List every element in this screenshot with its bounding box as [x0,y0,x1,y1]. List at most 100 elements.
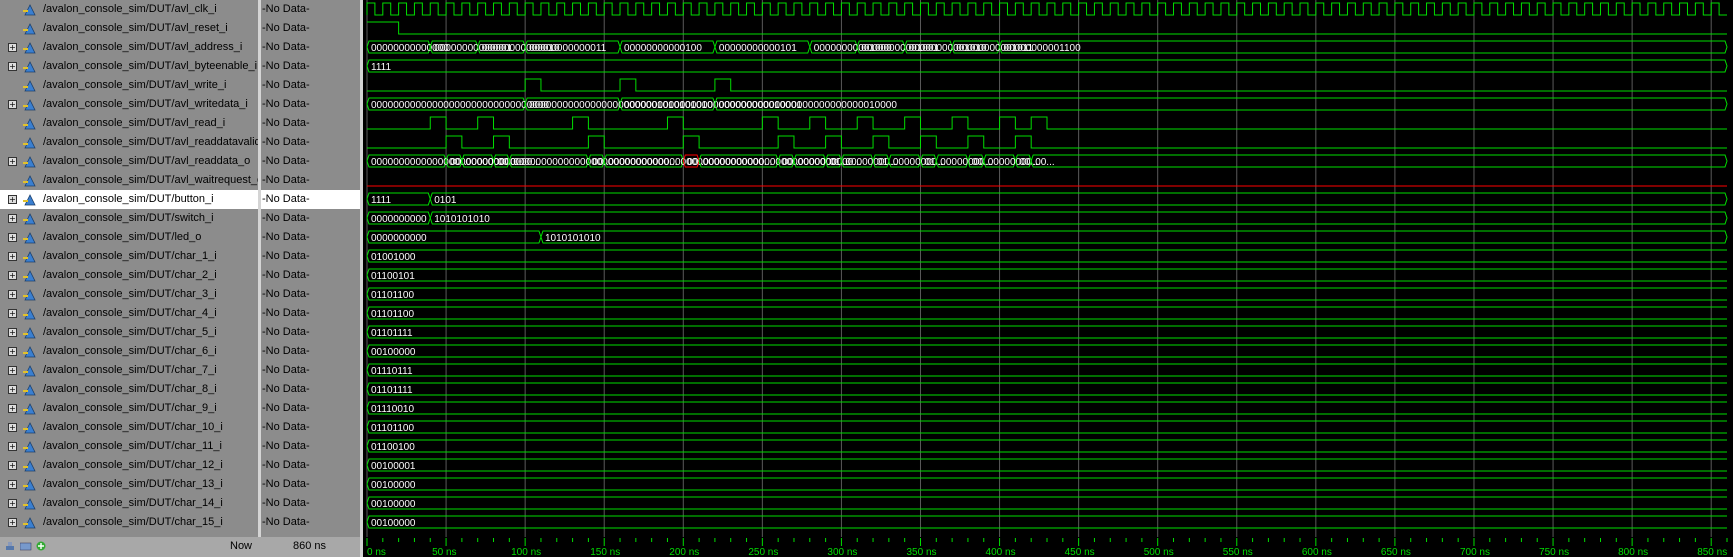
char-wave [366,382,1727,396]
expand-icon[interactable]: + [8,252,17,261]
signal-row[interactable]: + /avalon_console_sim/DUT/led_o [0,228,258,247]
button-wave-label: 1111 [371,195,391,206]
signal-name: /avalon_console_sim/DUT/switch_i [43,212,214,224]
signal-row[interactable]: + /avalon_console_sim/DUT/char_15_i [0,513,258,532]
signal-row[interactable]: + /avalon_console_sim/DUT/char_3_i [0,285,258,304]
signal-row[interactable]: /avalon_console_sim/DUT/avl_reset_i [0,19,258,38]
signal-row[interactable]: + /avalon_console_sim/DUT/char_2_i [0,266,258,285]
plus-circle-icon[interactable] [36,541,46,551]
signal-value-row: -No Data- [258,304,360,323]
char-value-label: 00100000 [371,480,416,491]
wave-tool-icon[interactable] [5,541,15,551]
signal-row[interactable]: + /avalon_console_sim/DUT/char_5_i [0,323,258,342]
signal-value-row: -No Data- [258,475,360,494]
signal-name: /avalon_console_sim/DUT/char_10_i [43,421,223,433]
signal-row[interactable]: + /avalon_console_sim/DUT/button_i [0,190,258,209]
signal-icon [23,42,36,54]
signal-value: -No Data- [262,383,310,395]
signal-row[interactable]: /avalon_console_sim/DUT/avl_readdatavali… [0,133,258,152]
signal-row[interactable]: /avalon_console_sim/DUT/avl_write_i [0,76,258,95]
signal-row[interactable]: + /avalon_console_sim/DUT/avl_writedata_i [0,95,258,114]
signal-row[interactable]: + /avalon_console_sim/DUT/char_1_i [0,247,258,266]
pane-splitter[interactable] [258,0,261,557]
char-wave [366,401,1727,415]
signal-name: /avalon_console_sim/DUT/char_7_i [43,364,217,376]
signal-row[interactable]: + /avalon_console_sim/DUT/char_6_i [0,342,258,361]
signal-name: /avalon_console_sim/DUT/char_6_i [43,345,217,357]
signal-row[interactable]: + /avalon_console_sim/DUT/char_9_i [0,399,258,418]
expand-icon[interactable]: + [8,366,17,375]
signal-icon [23,251,36,263]
expand-icon[interactable]: + [8,157,17,166]
expand-icon[interactable]: + [8,480,17,489]
char-value-label: 01101100 [371,423,414,434]
signal-name: /avalon_console_sim/DUT/avl_read_i [43,117,226,129]
expand-icon[interactable]: + [8,271,17,280]
signal-value-row: -No Data- [258,152,360,171]
expand-icon[interactable]: + [8,518,17,527]
signal-icon [23,403,36,415]
char-value-label: 01101100 [371,309,414,320]
expand-icon[interactable]: + [8,43,17,52]
expand-icon[interactable]: + [8,309,17,318]
signal-name: /avalon_console_sim/DUT/char_5_i [43,326,217,338]
ruler-label: 450 ns [1065,547,1095,557]
signal-row[interactable]: + /avalon_console_sim/DUT/avl_readdata_o [0,152,258,171]
expand-icon[interactable]: + [8,461,17,470]
expand-icon[interactable]: + [8,347,17,356]
signal-name: /avalon_console_sim/DUT/avl_waitrequest_… [43,174,258,186]
signal-row[interactable]: + /avalon_console_sim/DUT/char_8_i [0,380,258,399]
signal-row[interactable]: + /avalon_console_sim/DUT/char_14_i [0,494,258,513]
signal-row[interactable]: + /avalon_console_sim/DUT/char_7_i [0,361,258,380]
ruler-label: 750 ns [1539,547,1569,557]
signal-row[interactable]: /avalon_console_sim/DUT/avl_waitrequest_… [0,171,258,190]
signal-value-row: -No Data- [258,19,360,38]
char-wave [366,363,1727,377]
expand-icon[interactable]: + [8,423,17,432]
ruler-label: 50 ns [432,547,456,557]
signal-row[interactable]: /avalon_console_sim/DUT/avl_read_i [0,114,258,133]
signal-name: /avalon_console_sim/DUT/char_11_i [43,440,222,452]
signal-row[interactable]: + /avalon_console_sim/DUT/switch_i [0,209,258,228]
expand-icon[interactable]: + [8,100,17,109]
signal-row[interactable]: + /avalon_console_sim/DUT/avl_address_i [0,38,258,57]
expand-icon[interactable]: + [8,385,17,394]
signal-value: -No Data- [262,174,310,186]
waveform-canvas[interactable]: 00000000000000000000000000010000 00000000… [363,0,1733,557]
signal-icon [23,118,36,130]
ruler-label: 150 ns [590,547,620,557]
ruler-label: 350 ns [906,547,936,557]
now-label: Now [230,540,253,552]
signal-value-row: -No Data- [258,114,360,133]
signal-name: /avalon_console_sim/DUT/char_9_i [43,402,217,414]
expand-icon[interactable]: + [8,499,17,508]
expand-icon[interactable]: + [8,62,17,71]
signal-value: -No Data- [262,22,310,34]
signal-name: /avalon_console_sim/DUT/char_1_i [43,250,217,262]
signal-name: /avalon_console_sim/DUT/avl_readdata_o [43,155,251,167]
char-wave [366,287,1727,301]
signal-value: -No Data- [262,326,310,338]
signal-row[interactable]: + /avalon_console_sim/DUT/char_11_i [0,437,258,456]
signal-row[interactable]: + /avalon_console_sim/DUT/char_12_i [0,456,258,475]
signal-value: -No Data- [262,497,310,509]
signal-name: /avalon_console_sim/DUT/avl_reset_i [43,22,228,34]
signal-row[interactable]: + /avalon_console_sim/DUT/char_10_i [0,418,258,437]
expand-icon[interactable]: + [8,195,17,204]
signal-row[interactable]: + /avalon_console_sim/DUT/char_4_i [0,304,258,323]
signal-value: -No Data- [262,288,310,300]
add-cursor-icon[interactable] [19,541,32,551]
signal-row[interactable]: + /avalon_console_sim/DUT/avl_byteenable_… [0,57,258,76]
expand-icon[interactable]: + [8,404,17,413]
signal-row[interactable]: + /avalon_console_sim/DUT/char_13_i [0,475,258,494]
expand-icon[interactable]: + [8,233,17,242]
expand-icon[interactable]: + [8,442,17,451]
expand-icon[interactable]: + [8,214,17,223]
expand-icon[interactable]: + [8,328,17,337]
expand-icon[interactable]: + [8,290,17,299]
char-value-label: 01100100 [371,442,415,453]
signal-icon [23,270,36,282]
now-time-value: 860 ns [293,540,327,552]
avl-read-wave [367,116,1727,130]
signal-row[interactable]: /avalon_console_sim/DUT/avl_clk_i [0,0,258,19]
